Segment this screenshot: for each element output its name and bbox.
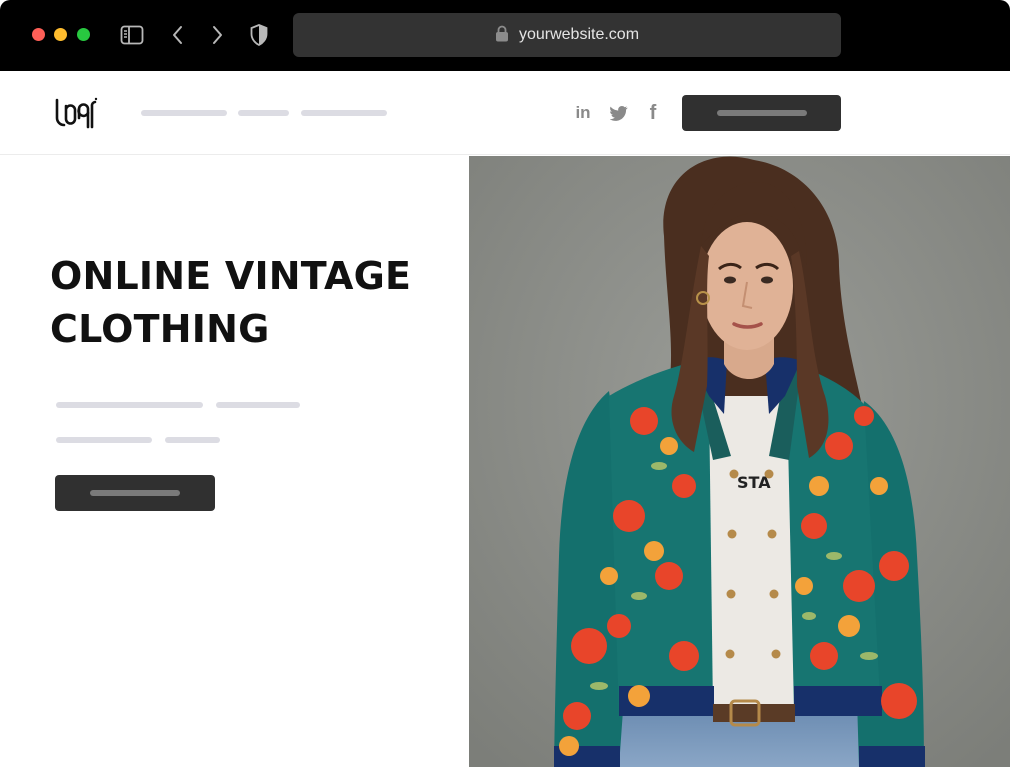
- address-bar[interactable]: yourwebsite.com: [293, 13, 841, 57]
- close-window-button[interactable]: [32, 28, 45, 41]
- hero-title-line-1: ONLINE VINTAGE: [50, 254, 412, 298]
- linkedin-icon[interactable]: in: [573, 103, 593, 123]
- nav-link-placeholder-1[interactable]: [141, 110, 227, 116]
- body-text-placeholder: [165, 437, 220, 443]
- sidebar-toggle-icon[interactable]: [120, 24, 144, 46]
- minimize-window-button[interactable]: [54, 28, 67, 41]
- twitter-icon[interactable]: [609, 103, 629, 123]
- url-text: yourwebsite.com: [518, 26, 640, 43]
- back-arrow-icon[interactable]: [166, 24, 190, 46]
- button-label-placeholder: [90, 490, 180, 496]
- hero-photo: STA: [469, 156, 1010, 767]
- site-header: in f: [0, 71, 1010, 155]
- hero-cta-button[interactable]: [55, 475, 215, 511]
- button-label-placeholder: [717, 110, 807, 116]
- lock-icon: [495, 25, 509, 46]
- hero-title: ONLINE VINTAGE CLOTHING: [50, 250, 450, 356]
- body-text-placeholder: [216, 402, 300, 408]
- body-text-placeholder: [56, 402, 203, 408]
- facebook-glyph: f: [649, 101, 657, 124]
- brand-logo-icon[interactable]: [54, 96, 98, 134]
- browser-toolbar: yourwebsite.com: [0, 0, 1010, 71]
- shield-icon[interactable]: [247, 24, 271, 46]
- header-cta-button[interactable]: [682, 95, 841, 131]
- hero-title-line-2: CLOTHING: [50, 307, 270, 351]
- maximize-window-button[interactable]: [77, 28, 90, 41]
- nav-link-placeholder-3[interactable]: [301, 110, 387, 116]
- nav-link-placeholder-2[interactable]: [238, 110, 289, 116]
- linkedin-glyph: in: [575, 103, 591, 122]
- model-photo-illustration: STA: [469, 156, 1010, 767]
- forward-arrow-icon[interactable]: [205, 24, 229, 46]
- body-text-placeholder: [56, 437, 152, 443]
- facebook-icon[interactable]: f: [643, 101, 663, 124]
